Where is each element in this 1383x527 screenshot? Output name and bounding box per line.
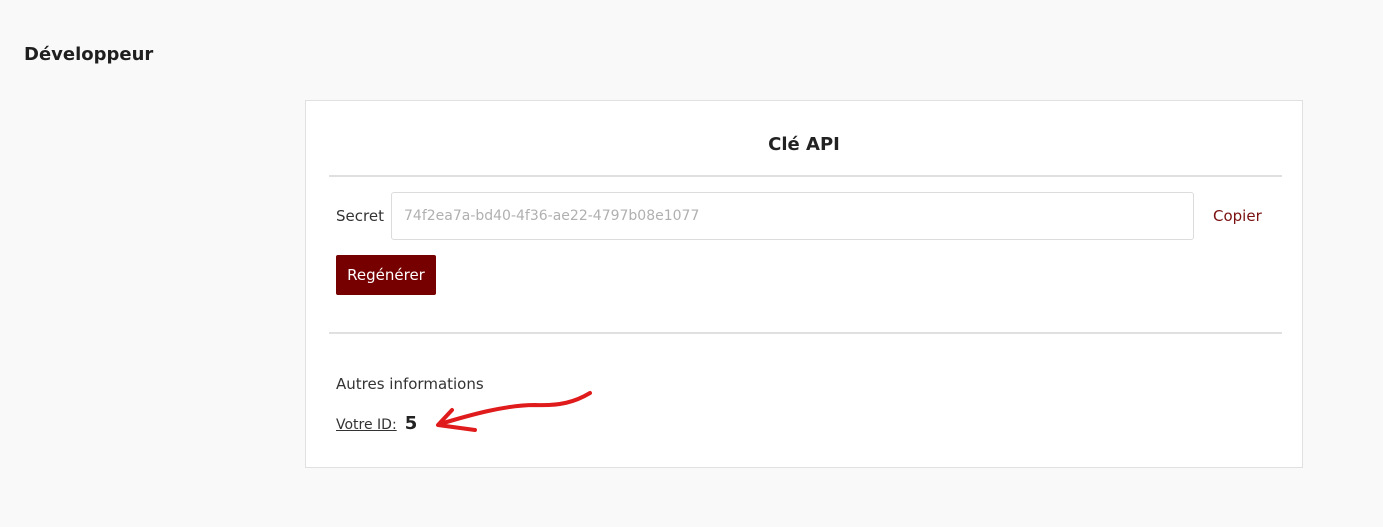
divider xyxy=(329,332,1282,334)
divider xyxy=(329,175,1282,177)
secret-value: 74f2ea7a-bd40-4f36-ae22-4797b08e1077 xyxy=(404,208,700,224)
api-key-card: Clé API Secret 74f2ea7a-bd40-4f36-ae22-4… xyxy=(305,100,1303,468)
copy-button[interactable]: Copier xyxy=(1213,207,1262,225)
page-title: Développeur xyxy=(24,44,154,65)
card-title: Clé API xyxy=(768,134,840,155)
secret-label: Secret xyxy=(336,207,384,225)
user-id-label: Votre ID: xyxy=(336,417,397,433)
user-id-value: 5 xyxy=(404,413,418,434)
secret-input[interactable]: 74f2ea7a-bd40-4f36-ae22-4797b08e1077 xyxy=(391,192,1194,240)
other-info-title: Autres informations xyxy=(336,375,484,393)
user-id-row: Votre ID: 5 xyxy=(336,413,417,434)
regenerate-button[interactable]: Regénérer xyxy=(336,255,436,295)
